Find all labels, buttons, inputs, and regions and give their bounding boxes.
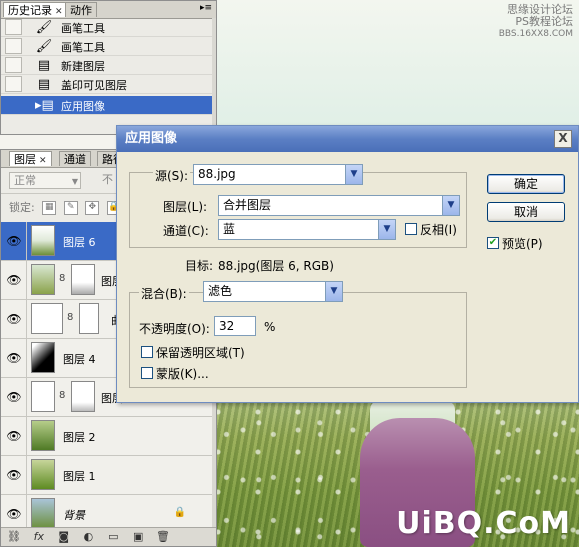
history-panel: 历史记录 ✕ 动作 ▸≡ 🖌 画笔工具 🖌 画笔工具 ▤ 新建图层 ▤ 盖印可见图…	[0, 0, 217, 135]
brush-icon: 🖌	[35, 39, 53, 54]
document-icon: ▤	[37, 58, 51, 73]
watermark-line-3: BBS.16XX8.COM	[498, 29, 573, 39]
folder-icon[interactable]: ▭	[105, 528, 121, 546]
link-icon: 8	[59, 273, 66, 284]
invert-checkbox[interactable]	[405, 223, 417, 235]
tab-layers[interactable]: 图层 ✕	[9, 151, 52, 166]
visibility-eye-icon[interactable]: 👁	[5, 468, 23, 482]
layer-label: 图层(L):	[163, 200, 208, 214]
history-item[interactable]: 🖌 画笔工具	[1, 37, 214, 56]
opacity-input[interactable]: 32	[214, 316, 256, 336]
fx-icon[interactable]: fx	[31, 528, 47, 546]
blending-select[interactable]: 滤色 ▼	[203, 281, 343, 302]
visibility-eye-icon[interactable]: 👁	[5, 351, 23, 365]
layer-thumbnail	[31, 381, 55, 412]
history-source-checkbox[interactable]	[5, 76, 22, 92]
visibility-eye-icon[interactable]: 👁	[5, 390, 23, 404]
lock-icon: 🔒	[173, 507, 186, 518]
chevron-down-icon: ▼	[378, 220, 395, 239]
target-label: 目标:	[185, 259, 214, 273]
layers-footer: ⛓ fx ◙ ◐ ▭ ▣ 🗑	[1, 527, 216, 546]
apply-image-dialog: 应用图像 X 源(S): 88.jpg ▼ 图层(L): 合并图层 ▼ 通道(C):…	[116, 125, 579, 403]
tab-channels[interactable]: 通道	[59, 151, 91, 166]
preview-label: 预览(P)	[502, 237, 543, 251]
history-item[interactable]: ▤ 盖印可见图层	[1, 75, 214, 94]
layer-thumbnail	[31, 459, 55, 490]
chevron-down-icon: ▼	[442, 196, 459, 215]
history-source-checkbox[interactable]	[5, 38, 22, 54]
source-select[interactable]: 88.jpg ▼	[193, 164, 363, 185]
lock-position-icon[interactable]: ✥	[85, 201, 100, 215]
source-label: 源(S):	[153, 167, 191, 184]
history-item-selected[interactable]: ▸▤ 应用图像	[1, 96, 214, 115]
lock-pixels-icon[interactable]: ✎	[63, 201, 78, 215]
preview-checkbox[interactable]: ✔	[487, 237, 499, 249]
layer-mask-thumbnail	[79, 303, 99, 334]
mask-icon[interactable]: ◙	[56, 528, 72, 546]
channel-select[interactable]: 蓝 ▼	[218, 219, 396, 240]
history-item[interactable]: 🖌 画笔工具	[1, 18, 214, 37]
lock-transparent-icon[interactable]: ▦	[42, 201, 57, 215]
opacity-label: 不透明度(O):	[139, 322, 210, 336]
layer-mask-thumbnail	[71, 381, 95, 412]
tab-actions[interactable]: 动作	[65, 2, 97, 17]
trash-icon[interactable]: 🗑	[155, 528, 171, 546]
preserve-transparency-label: 保留透明区域(T)	[156, 346, 245, 360]
panel-menu-icon[interactable]: ▸≡	[200, 3, 212, 13]
channel-label: 通道(C):	[163, 224, 209, 238]
blend-mode-select[interactable]: 正常 ▼	[9, 172, 81, 189]
new-layer-icon[interactable]: ▣	[130, 528, 146, 546]
curves-adjustment-icon	[31, 303, 63, 334]
link-icon: 8	[59, 390, 66, 401]
target-value: 88.jpg(图层 6, RGB)	[218, 259, 334, 273]
layer-opacity-label: 不	[102, 173, 113, 186]
visibility-eye-icon[interactable]: 👁	[5, 234, 23, 248]
history-source-checkbox[interactable]	[5, 19, 22, 35]
history-source-checkbox[interactable]	[5, 97, 22, 113]
opacity-unit: %	[264, 320, 276, 334]
adjustment-icon[interactable]: ◐	[80, 528, 96, 546]
chevron-down-icon: ▼	[325, 282, 342, 301]
close-button[interactable]: X	[554, 130, 572, 148]
visibility-eye-icon[interactable]: 👁	[5, 273, 23, 287]
history-scrollbar[interactable]	[212, 18, 216, 134]
chevron-down-icon: ▼	[345, 165, 362, 184]
layer-thumbnail	[31, 342, 55, 373]
layer-thumbnail	[31, 225, 55, 256]
watermark-bottom: UiBQ.CoM	[396, 506, 571, 541]
layer-thumbnail	[31, 420, 55, 451]
brush-icon: 🖌	[35, 20, 53, 35]
visibility-eye-icon[interactable]: 👁	[5, 507, 23, 521]
preserve-transparency-checkbox[interactable]	[141, 346, 153, 358]
link-icon[interactable]: ⛓	[6, 528, 22, 546]
watermark-top: 思缘设计论坛 PS教程论坛 BBS.16XX8.COM	[499, 4, 573, 40]
cancel-button[interactable]: 取消	[487, 202, 565, 222]
history-source-checkbox[interactable]	[5, 57, 22, 73]
mask-checkbox[interactable]	[141, 367, 153, 379]
visibility-eye-icon[interactable]: 👁	[5, 429, 23, 443]
watermark-line-2: PS教程论坛	[515, 15, 573, 28]
layer-select[interactable]: 合并图层 ▼	[218, 195, 460, 216]
visibility-eye-icon[interactable]: 👁	[5, 312, 23, 326]
history-tabs: 历史记录 ✕ 动作 ▸≡	[1, 1, 216, 19]
mask-label[interactable]: 蒙版(K)...	[156, 365, 209, 382]
layer-thumbnail	[31, 264, 55, 295]
layer-row[interactable]: 👁 图层 2	[1, 417, 214, 456]
layer-row[interactable]: 👁 图层 1	[1, 456, 214, 495]
layer-thumbnail	[31, 498, 55, 529]
document-icon: ▤	[37, 77, 51, 92]
history-item[interactable]: ▤ 新建图层	[1, 56, 214, 75]
link-icon: 8	[67, 312, 74, 323]
document-icon: ▸▤	[35, 98, 54, 113]
ok-button[interactable]: 确定	[487, 174, 565, 194]
tab-history[interactable]: 历史记录 ✕	[3, 2, 68, 17]
dialog-titlebar[interactable]: 应用图像 X	[117, 126, 578, 152]
dialog-title: 应用图像	[125, 131, 178, 146]
layer-mask-thumbnail	[71, 264, 95, 295]
blending-label: 混合(B):	[139, 285, 189, 302]
invert-label: 反相(I)	[420, 223, 457, 237]
